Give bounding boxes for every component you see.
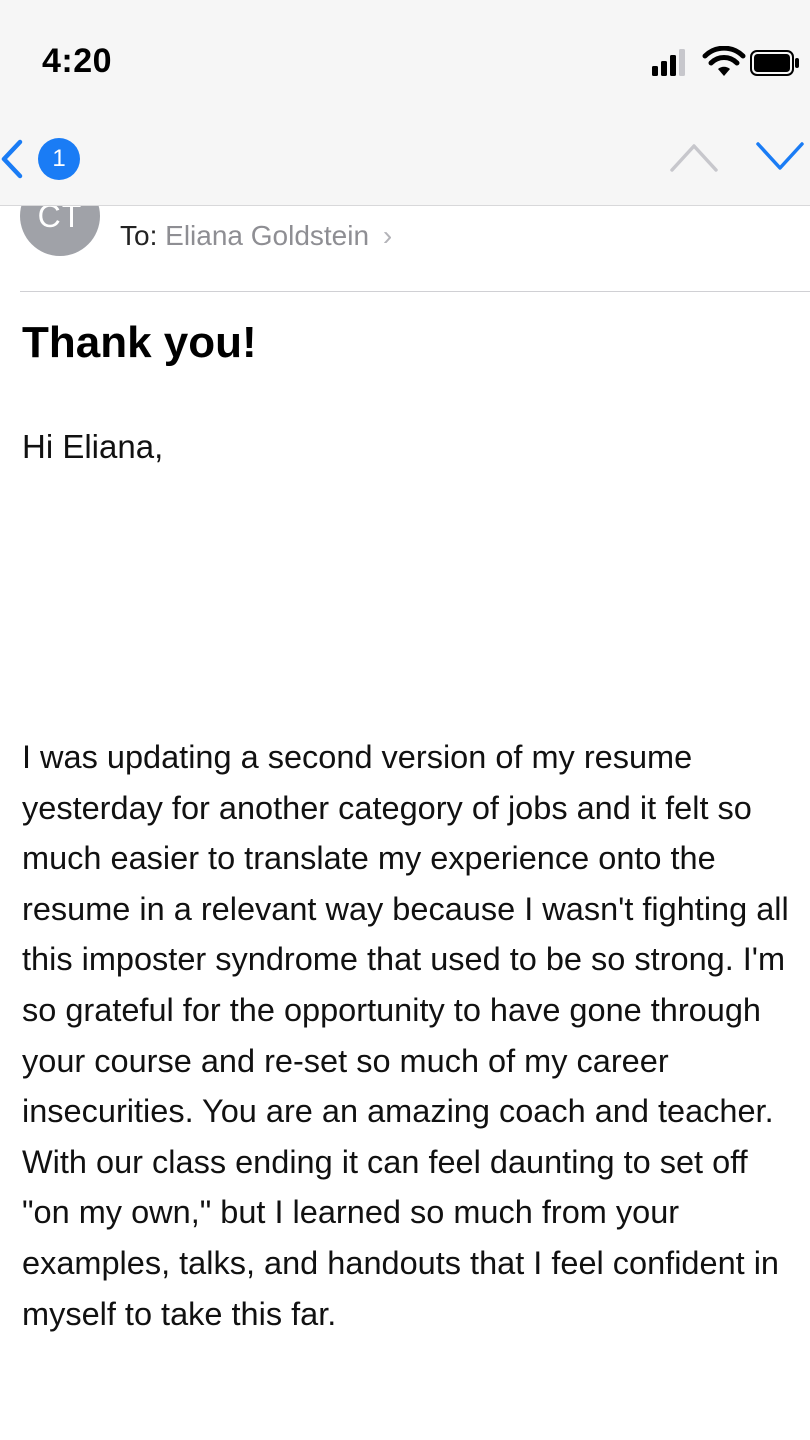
recipient-name[interactable]: Eliana Goldstein: [165, 220, 369, 251]
top-bar: 4:20 1: [0, 0, 810, 206]
previous-message-icon[interactable]: [670, 140, 718, 174]
status-time: 4:20: [42, 42, 113, 80]
battery-icon: [750, 50, 799, 76]
next-message-icon[interactable]: [756, 140, 804, 174]
chevron-right-icon: ›: [382, 220, 393, 251]
mail-screen: 4:20 1 CT To: Eliana Goldstein › Thank y…: [0, 0, 810, 1440]
back-chevron-icon[interactable]: [0, 136, 30, 182]
unread-badge[interactable]: 1: [38, 138, 80, 180]
recipient-row[interactable]: To: Eliana Goldstein ›: [120, 220, 392, 252]
wifi-icon: [702, 46, 746, 76]
message-body: I was updating a second version of my re…: [22, 739, 789, 1332]
message-subject: Thank you!: [22, 318, 257, 367]
to-label: To:: [120, 220, 158, 251]
header-divider: [20, 291, 810, 292]
message-greeting: Hi Eliana,: [22, 428, 164, 465]
signal-icon: [652, 49, 685, 76]
